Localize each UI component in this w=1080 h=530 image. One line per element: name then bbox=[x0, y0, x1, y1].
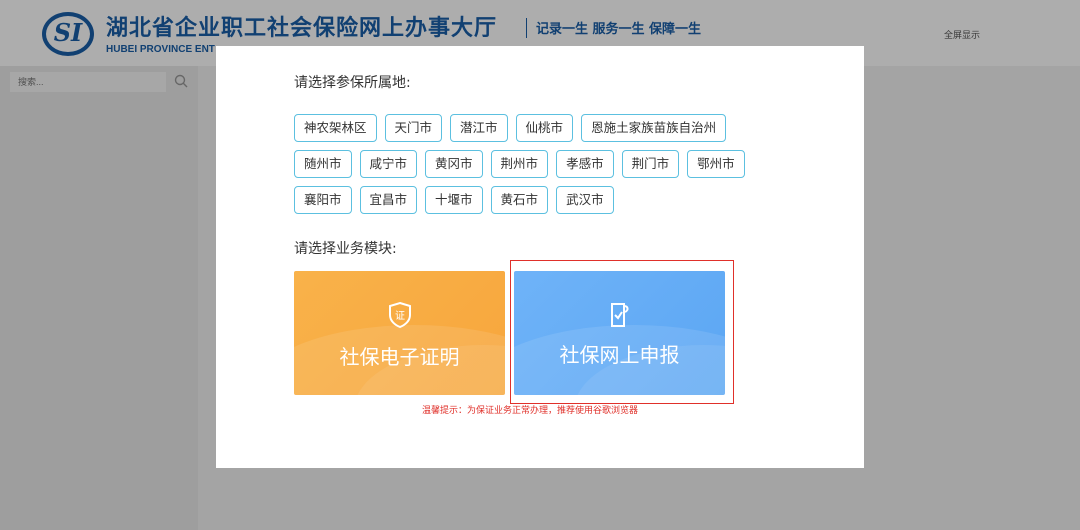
region-tag-tianmen[interactable]: 天门市 bbox=[384, 114, 443, 142]
region-tag-xianning[interactable]: 咸宁市 bbox=[359, 150, 418, 178]
svg-text:证: 证 bbox=[395, 310, 405, 322]
region-module-dialog: 请选择参保所属地: 神农架林区 天门市 潜江市 仙桃市 恩施土家族苗族自治州 随… bbox=[216, 46, 864, 468]
region-tag-enshi[interactable]: 恩施土家族苗族自治州 bbox=[581, 114, 727, 142]
region-tag-huanggang[interactable]: 黄冈市 bbox=[425, 150, 483, 178]
e-certificate-card-title: 社保电子证明 bbox=[339, 345, 460, 369]
browser-tip: 温馨提示：为保证业务正常办理，推荐使用谷歌浏览器 bbox=[422, 406, 639, 416]
region-tag-qianjiang[interactable]: 潜江市 bbox=[450, 114, 508, 142]
region-tag-huangshi[interactable]: 黄石市 bbox=[490, 186, 549, 214]
region-tag-xiaogan[interactable]: 孝感市 bbox=[556, 150, 614, 178]
region-tag-shiyan[interactable]: 十堰市 bbox=[425, 186, 483, 214]
region-row-2: 随州市 咸宁市 黄冈市 荆州市 孝感市 荆门市 鄂州市 bbox=[294, 150, 745, 178]
region-tag-jingzhou[interactable]: 荆州市 bbox=[490, 150, 549, 178]
region-tag-yichang[interactable]: 宜昌市 bbox=[359, 186, 418, 214]
module-prompt: 请选择业务模块: bbox=[294, 241, 397, 257]
region-tag-wuhan[interactable]: 武汉市 bbox=[556, 186, 614, 214]
region-row-1: 神农架林区 天门市 潜江市 仙桃市 恩施土家族苗族自治州 bbox=[294, 114, 727, 142]
region-prompt: 请选择参保所属地: bbox=[294, 75, 411, 91]
region-tag-suizhou[interactable]: 随州市 bbox=[294, 150, 352, 178]
region-tag-xiangyang[interactable]: 襄阳市 bbox=[294, 186, 352, 214]
region-row-3: 襄阳市 宜昌市 十堰市 黄石市 武汉市 bbox=[294, 186, 614, 214]
region-tag-jingmen[interactable]: 荆门市 bbox=[621, 150, 680, 178]
e-certificate-card[interactable]: 证 社保电子证明 bbox=[294, 271, 505, 395]
region-tag-shennongjia[interactable]: 神农架林区 bbox=[294, 114, 377, 142]
selection-highlight-box bbox=[510, 260, 734, 404]
certificate-shield-icon: 证 bbox=[388, 301, 411, 329]
region-tag-ezhou[interactable]: 鄂州市 bbox=[687, 150, 745, 178]
region-tag-xiantao[interactable]: 仙桃市 bbox=[515, 114, 574, 142]
